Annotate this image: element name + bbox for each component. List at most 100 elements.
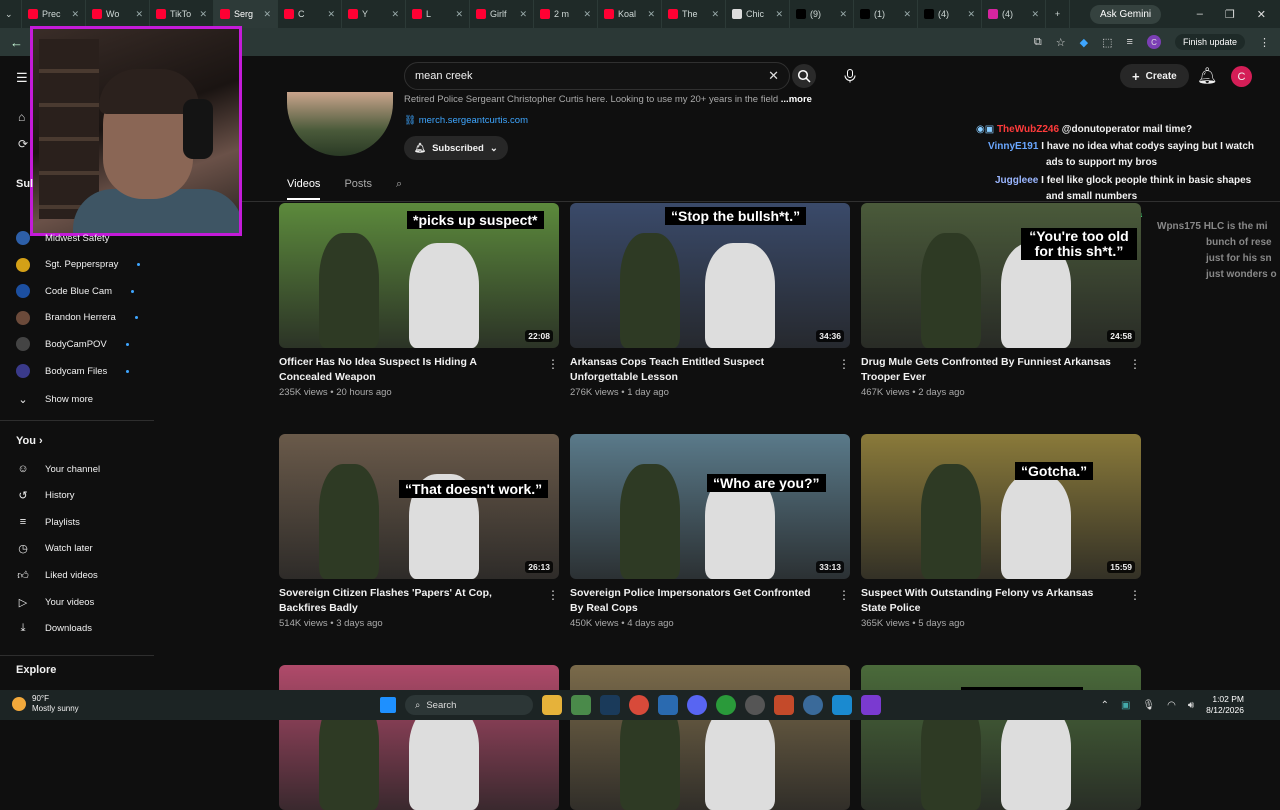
browser-tab[interactable]: Koal ✕: [598, 0, 662, 28]
finish-update-button[interactable]: Finish update: [1174, 34, 1245, 50]
sidebar-subscription[interactable]: Midwest Safety: [16, 230, 109, 246]
channel-description[interactable]: Retired Police Sergeant Christopher Curt…: [404, 94, 812, 105]
sidebar-subscription[interactable]: Code Blue Cam: [16, 283, 135, 299]
taskbar-search[interactable]: ⌕ Search: [405, 695, 533, 715]
more-actions-icon[interactable]: ⋮: [838, 588, 850, 602]
app-icon[interactable]: [774, 695, 794, 715]
subscribed-button[interactable]: 🔔︎ Subscribed ⌄: [404, 136, 508, 160]
more-actions-icon[interactable]: ⋮: [1129, 357, 1141, 371]
search-button[interactable]: [792, 64, 816, 88]
tray-overflow-icon[interactable]: ⌃: [1101, 700, 1109, 711]
new-tab-button[interactable]: +: [1046, 0, 1070, 28]
video-thumbnail[interactable]: “How the f*ck...”: [861, 665, 1141, 810]
show-more-button[interactable]: ⌄ Show more: [16, 391, 93, 407]
video-title[interactable]: Sovereign Citizen Flashes 'Papers' At Co…: [279, 586, 529, 616]
sidebar-item-your-channel[interactable]: ☺ Your channel: [16, 461, 100, 477]
microphone-icon[interactable]: 🎙︎: [1142, 700, 1155, 711]
file-explorer-icon[interactable]: [542, 695, 562, 715]
sidebar-subscription[interactable]: Brandon Herrera: [16, 310, 138, 326]
sidebar-item-watch-later[interactable]: ◷ Watch later: [16, 541, 93, 557]
create-button[interactable]: + Create: [1120, 64, 1189, 88]
discord-icon[interactable]: [687, 695, 707, 715]
app-icon[interactable]: [571, 695, 591, 715]
tab-close-icon[interactable]: ✕: [1031, 9, 1039, 20]
chrome-active-icon[interactable]: [803, 695, 823, 715]
tab-close-icon[interactable]: ✕: [583, 9, 591, 20]
tab-close-icon[interactable]: ✕: [263, 9, 271, 20]
more-actions-icon[interactable]: ⋮: [838, 357, 850, 371]
browser-tab[interactable]: Girlf ✕: [470, 0, 534, 28]
ask-gemini-button[interactable]: Ask Gemini: [1090, 4, 1162, 24]
app-icon[interactable]: [658, 695, 678, 715]
browser-tab[interactable]: (4) ✕: [982, 0, 1046, 28]
video-thumbnail[interactable]: “That doesn't work.” 26:13: [279, 434, 559, 579]
tab-close-icon[interactable]: ✕: [71, 9, 79, 20]
extensions-puzzle-icon[interactable]: ⬚: [1102, 36, 1112, 49]
app-icon[interactable]: [832, 695, 852, 715]
tab-close-icon[interactable]: ✕: [135, 9, 143, 20]
tab-close-icon[interactable]: ✕: [391, 9, 399, 20]
video-title[interactable]: Suspect With Outstanding Felony vs Arkan…: [861, 586, 1111, 616]
profile-avatar[interactable]: C: [1146, 35, 1161, 49]
tab-close-icon[interactable]: ✕: [967, 9, 975, 20]
restore-button[interactable]: ❐: [1225, 8, 1235, 21]
browser-tab[interactable]: C ✕: [278, 0, 342, 28]
chrome-icon[interactable]: [629, 695, 649, 715]
more-actions-icon[interactable]: ⋮: [547, 588, 559, 602]
browser-tab[interactable]: L ✕: [406, 0, 470, 28]
browser-tab[interactable]: TikTo ✕: [150, 0, 214, 28]
browser-tab[interactable]: Serg ✕: [214, 0, 278, 28]
back-arrow-icon[interactable]: ←: [10, 35, 23, 50]
tab-close-icon[interactable]: ✕: [455, 9, 463, 20]
tab-close-icon[interactable]: ✕: [903, 9, 911, 20]
sidebar-item-history[interactable]: ↺ History: [16, 488, 74, 504]
video-title[interactable]: Officer Has No Idea Suspect Is Hiding A …: [279, 355, 529, 385]
clear-search-icon[interactable]: ✕: [768, 68, 779, 84]
browser-tab[interactable]: The ✕: [662, 0, 726, 28]
tab-videos[interactable]: Videos: [287, 178, 321, 200]
browser-tab[interactable]: Wo ✕: [86, 0, 150, 28]
hamburger-menu-icon[interactable]: ☰: [16, 70, 28, 86]
video-thumbnail[interactable]: “Who are you?” 33:13: [570, 434, 850, 579]
tab-close-icon[interactable]: ✕: [327, 9, 335, 20]
video-thumbnail[interactable]: *picks up suspect* 22:08: [279, 203, 559, 348]
video-thumbnail[interactable]: “You're too old for this sh*t.” 24:58: [861, 203, 1141, 348]
video-thumbnail[interactable]: [279, 665, 559, 810]
minimize-button[interactable]: –: [1197, 8, 1203, 21]
tab-close-icon[interactable]: ✕: [775, 9, 783, 20]
browser-tab[interactable]: (1) ✕: [854, 0, 918, 28]
steam-icon[interactable]: [600, 695, 620, 715]
more-link[interactable]: ...more: [781, 94, 812, 105]
browser-tab[interactable]: Prec ✕: [22, 0, 86, 28]
voice-search-button[interactable]: [838, 64, 862, 88]
tab-close-icon[interactable]: ✕: [647, 9, 655, 20]
reading-list-icon[interactable]: ≡: [1127, 36, 1133, 48]
tab-close-icon[interactable]: ✕: [839, 9, 847, 20]
more-actions-icon[interactable]: ⋮: [1129, 588, 1141, 602]
xbox-icon[interactable]: [716, 695, 736, 715]
wifi-icon[interactable]: ◠: [1167, 700, 1176, 711]
video-title[interactable]: Arkansas Cops Teach Entitled Suspect Unf…: [570, 355, 820, 385]
sidebar-item-liked-videos[interactable]: 👍︎ Liked videos: [16, 567, 98, 583]
search-input[interactable]: mean creek ✕: [404, 62, 790, 90]
sidebar-subscription[interactable]: BodyCamPOV: [16, 336, 129, 352]
extension-shield-icon[interactable]: ◆: [1080, 36, 1088, 49]
sidebar-item-playlists[interactable]: ≡ Playlists: [16, 514, 80, 530]
channel-search-icon[interactable]: ⌕: [396, 178, 402, 200]
browser-tab[interactable]: Y ✕: [342, 0, 406, 28]
video-thumbnail[interactable]: [570, 665, 850, 810]
browser-tab[interactable]: 2 m ✕: [534, 0, 598, 28]
browser-menu-icon[interactable]: ⋮: [1259, 36, 1270, 49]
tab-close-icon[interactable]: ✕: [519, 9, 527, 20]
channel-link[interactable]: ⛓ merch.sergeantcurtis.com: [404, 115, 528, 126]
tab-close-icon[interactable]: ✕: [199, 9, 207, 20]
sidebar-subscription[interactable]: Bodycam Files: [16, 363, 130, 379]
close-window-button[interactable]: ✕: [1257, 8, 1266, 21]
video-title[interactable]: Drug Mule Gets Confronted By Funniest Ar…: [861, 355, 1111, 385]
tab-close-icon[interactable]: ✕: [711, 9, 719, 20]
home-icon[interactable]: ⌂: [18, 110, 25, 124]
more-actions-icon[interactable]: ⋮: [547, 357, 559, 371]
channel-avatar[interactable]: [287, 92, 393, 156]
sidebar-subscription[interactable]: Sgt. Pepperspray: [16, 257, 141, 273]
clock[interactable]: 1:02 PM 8/12/2026: [1206, 694, 1244, 716]
